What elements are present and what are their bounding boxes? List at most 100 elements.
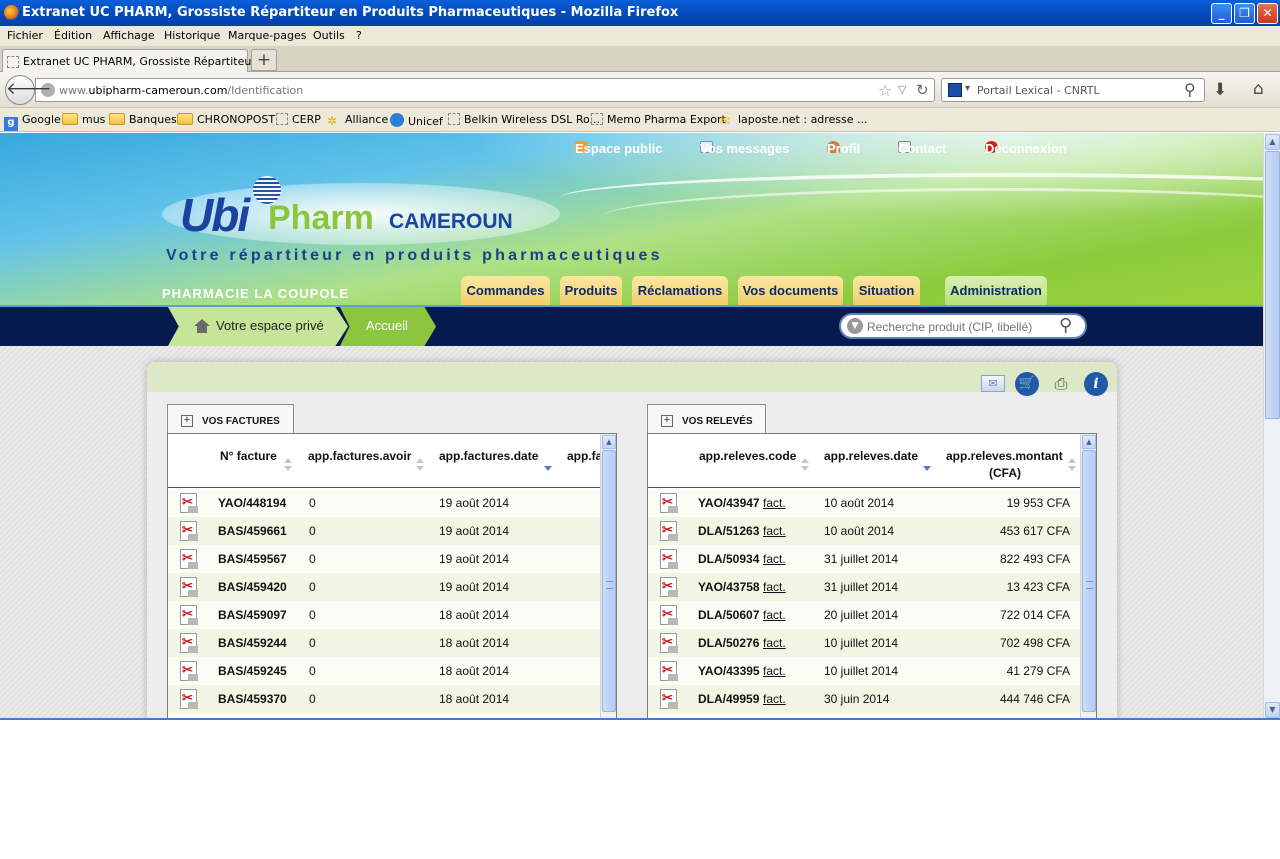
search-icon[interactable]: ⚲ bbox=[1184, 80, 1196, 99]
mail-icon[interactable]: ✉ bbox=[981, 375, 1005, 392]
statement-invoice-link[interactable]: fact. bbox=[763, 664, 786, 678]
pdf-icon[interactable]: ✂ bbox=[659, 549, 679, 570]
table-row[interactable]: ✂ DLA/49959 fact. 30 juin 2014 444 746 CFA bbox=[648, 685, 1080, 713]
bookmark-star-icon[interactable]: ☆ bbox=[878, 81, 892, 100]
table-row[interactable]: ✂ BAS/459567 0 19 août 2014 bbox=[168, 545, 600, 573]
table-row[interactable]: ✂ BAS/459370 0 18 août 2014 bbox=[168, 685, 600, 713]
close-button[interactable]: ✕ bbox=[1257, 3, 1278, 24]
tab-vos-releves[interactable]: + VOS RELEVÉS bbox=[647, 404, 766, 434]
sort-icon[interactable] bbox=[801, 458, 809, 472]
sort-icon[interactable] bbox=[284, 458, 292, 472]
pdf-icon[interactable]: ✂ bbox=[659, 689, 679, 710]
menu-outils[interactable]: Outils bbox=[313, 29, 345, 42]
home-icon[interactable]: ⌂ bbox=[1253, 79, 1264, 99]
reload-icon[interactable]: ↻ bbox=[916, 81, 929, 99]
pdf-icon[interactable]: ✂ bbox=[179, 633, 199, 654]
expand-icon[interactable]: + bbox=[661, 415, 673, 427]
menu-fichier[interactable]: Fichier bbox=[7, 29, 43, 42]
pdf-icon[interactable]: ✂ bbox=[659, 633, 679, 654]
scroll-down-icon[interactable]: ▼ bbox=[1265, 702, 1280, 718]
pdf-icon[interactable]: ✂ bbox=[659, 577, 679, 598]
scroll-up-icon[interactable]: ▲ bbox=[1082, 435, 1096, 449]
bookmark-unicef[interactable]: Unicef bbox=[390, 113, 443, 128]
col-avoir[interactable]: app.factures.avoir bbox=[308, 448, 411, 465]
col-date[interactable]: app.factures.date bbox=[439, 448, 538, 465]
menu-edition[interactable]: Édition bbox=[54, 29, 92, 42]
info-icon[interactable]: i bbox=[1084, 372, 1108, 396]
scroll-up-icon[interactable]: ▲ bbox=[602, 435, 616, 449]
menu-marque-pages[interactable]: Marque-pages bbox=[228, 29, 306, 42]
bookmark-mus[interactable]: mus bbox=[62, 113, 105, 126]
col-date[interactable]: app.releves.date bbox=[824, 448, 918, 465]
table-row[interactable]: ✂ DLA/50934 fact. 31 juillet 2014 822 493 CF… bbox=[648, 545, 1080, 573]
logo-country[interactable]: CAMEROUN bbox=[389, 210, 513, 234]
table-row[interactable]: ✂ YAO/448194 0 19 août 2014 bbox=[168, 489, 600, 517]
pdf-icon[interactable]: ✂ bbox=[179, 689, 199, 710]
url-text[interactable]: www.ubipharm-cameroun.com/Identification bbox=[59, 84, 303, 97]
scrollbar-thumb[interactable] bbox=[602, 450, 616, 712]
table-row[interactable]: ✂ BAS/459420 0 19 août 2014 bbox=[168, 573, 600, 601]
logo-pharm[interactable]: Pharm bbox=[268, 199, 374, 238]
statement-invoice-link[interactable]: fact. bbox=[763, 636, 786, 650]
browser-tab-active[interactable]: Extranet UC PHARM, Grossiste Répartiteur… bbox=[2, 49, 270, 72]
bookmark-alliance[interactable]: ✲ Alliance bbox=[327, 113, 388, 127]
table-row[interactable]: ✂ DLA/51263 fact. 10 août 2014 453 617 CFA bbox=[648, 517, 1080, 545]
bookmark-chronopost[interactable]: CHRONOPOST bbox=[177, 113, 275, 126]
col-numero-facture[interactable]: N° facture bbox=[220, 448, 277, 465]
statement-invoice-link[interactable]: fact. bbox=[763, 580, 786, 594]
pdf-icon[interactable]: ✂ bbox=[659, 661, 679, 682]
logo-ubi[interactable]: Ubi bbox=[180, 188, 250, 242]
minimize-button[interactable]: _ bbox=[1211, 3, 1232, 24]
sort-desc-icon[interactable] bbox=[544, 458, 552, 472]
download-icon[interactable]: ⬇ bbox=[1213, 80, 1227, 100]
bookmark-google[interactable]: g Google bbox=[4, 113, 61, 131]
table-row[interactable]: ✂ YAO/43758 fact. 31 juillet 2014 13 423 CFA bbox=[648, 573, 1080, 601]
search-icon[interactable]: ⚲ bbox=[1059, 315, 1072, 336]
table-row[interactable]: ✂ DLA/50276 fact. 10 juillet 2014 702 498 CF… bbox=[648, 629, 1080, 657]
tab-situation[interactable]: Situation bbox=[853, 276, 920, 305]
search-engine-label[interactable]: Portail Lexical - CNRTL bbox=[977, 84, 1100, 97]
url-bar[interactable]: www.ubipharm-cameroun.com/Identification… bbox=[35, 78, 935, 102]
page-scrollbar[interactable]: ▲ ▼ bbox=[1263, 133, 1280, 719]
menu-affichage[interactable]: Affichage bbox=[103, 29, 155, 42]
pdf-icon[interactable]: ✂ bbox=[179, 605, 199, 626]
sort-icon[interactable] bbox=[1068, 458, 1076, 472]
pdf-icon[interactable]: ✂ bbox=[179, 549, 199, 570]
tab-administration[interactable]: Administration bbox=[945, 276, 1047, 305]
tab-reclamations[interactable]: Réclamations bbox=[632, 276, 728, 305]
grid-scrollbar[interactable]: ▲ bbox=[1080, 434, 1096, 722]
table-row[interactable]: ✂ BAS/459097 0 18 août 2014 bbox=[168, 601, 600, 629]
table-row[interactable]: ✂ BAS/459244 0 18 août 2014 bbox=[168, 629, 600, 657]
sort-desc-icon[interactable] bbox=[923, 458, 931, 472]
chevron-down-icon[interactable]: ▼ bbox=[847, 318, 863, 334]
table-row[interactable]: ✂ DLA/50607 fact. 20 juillet 2014 722 014 CF… bbox=[648, 601, 1080, 629]
scrollbar-thumb[interactable] bbox=[1265, 151, 1280, 419]
table-row[interactable]: ✂ YAO/43947 fact. 10 août 2014 19 953 CFA bbox=[648, 489, 1080, 517]
tab-vos-factures[interactable]: + VOS FACTURES bbox=[167, 404, 294, 434]
bookmark-laposte[interactable]: ✉ laposte.net : adresse ... bbox=[720, 113, 868, 127]
grid-scrollbar[interactable]: ▲ bbox=[600, 434, 616, 722]
statement-invoice-link[interactable]: fact. bbox=[763, 608, 786, 622]
tab-vos-documents[interactable]: Vos documents bbox=[738, 276, 843, 305]
pdf-icon[interactable]: ✂ bbox=[659, 493, 679, 514]
sort-icon[interactable] bbox=[416, 458, 424, 472]
product-search-input[interactable] bbox=[867, 318, 1052, 335]
web-search-bar[interactable]: ▾ Portail Lexical - CNRTL ⚲ bbox=[941, 78, 1205, 102]
pdf-icon[interactable]: ✂ bbox=[659, 521, 679, 542]
expand-icon[interactable]: + bbox=[181, 415, 193, 427]
pdf-icon[interactable]: ✂ bbox=[179, 577, 199, 598]
breadcrumb-home[interactable]: Votre espace privé bbox=[168, 307, 348, 346]
statement-invoice-link[interactable]: fact. bbox=[763, 524, 786, 538]
scrollbar-thumb[interactable] bbox=[1082, 450, 1096, 712]
menu-historique[interactable]: Historique bbox=[164, 29, 220, 42]
url-dropdown-icon[interactable]: ▽ bbox=[898, 83, 906, 96]
restore-button[interactable]: ❐ bbox=[1234, 3, 1255, 24]
statement-invoice-link[interactable]: fact. bbox=[763, 496, 786, 510]
bookmark-memo-pharma[interactable]: Memo Pharma Export bbox=[591, 113, 726, 126]
col-extra[interactable]: app.fa bbox=[567, 448, 602, 465]
breadcrumb-current[interactable]: Accueil bbox=[340, 307, 436, 346]
table-row[interactable]: ✂ YAO/43395 fact. 10 juillet 2014 41 279 CFA bbox=[648, 657, 1080, 685]
new-tab-button[interactable]: + bbox=[251, 49, 277, 71]
tab-commandes[interactable]: Commandes bbox=[461, 276, 550, 305]
statement-invoice-link[interactable]: fact. bbox=[763, 552, 786, 566]
